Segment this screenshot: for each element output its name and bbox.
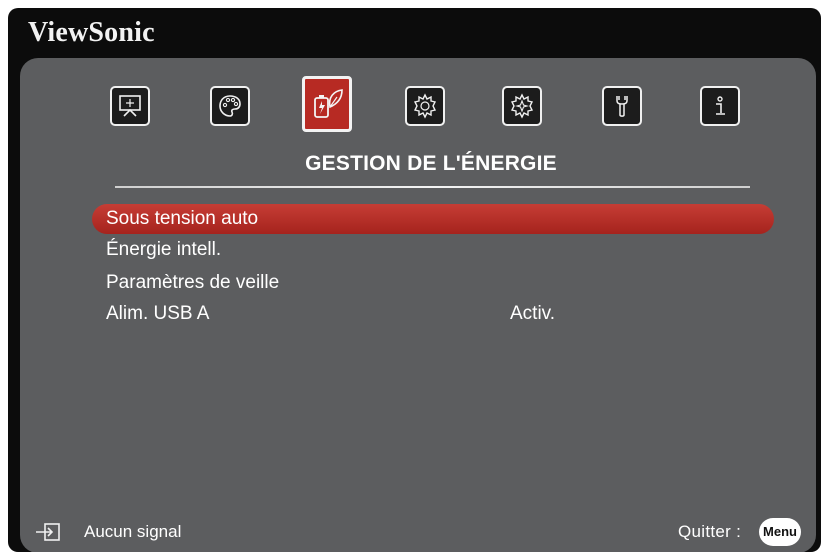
quit-hint: Quitter :: [678, 522, 742, 541]
signal-status: Aucun signal: [84, 522, 182, 541]
display-icon: [119, 95, 141, 117]
brand-logo: ViewSonic: [28, 17, 155, 48]
menu-item-label: Paramètres de veille: [106, 272, 280, 293]
advanced-gear-icon: [510, 93, 534, 119]
menu-panel: GESTION DE L'ÉNERGIE Sous tension auto É…: [20, 58, 816, 552]
menu-item-standby-settings[interactable]: Paramètres de veille: [92, 268, 774, 298]
section-title: GESTION DE L'ÉNERGIE: [305, 152, 557, 175]
input-source-icon: [36, 523, 60, 541]
wrench-icon: [616, 96, 628, 117]
tab-picture[interactable]: [210, 86, 250, 126]
tab-basic-settings[interactable]: [405, 86, 445, 126]
status-footer: Aucun signal Quitter : Menu: [20, 513, 816, 552]
menu-item-value: Activ.: [510, 303, 556, 324]
tab-power-management[interactable]: [302, 76, 352, 132]
menu-item-usb-a-power[interactable]: Alim. USB A Activ.: [92, 299, 774, 329]
osd-menu-window: ViewSonic GESTION DE L'ÉNERGIE Sous tens…: [8, 8, 821, 552]
gear-icon: [413, 93, 437, 119]
tab-system-tools[interactable]: [602, 86, 642, 126]
menu-item-smart-energy[interactable]: Énergie intell.: [92, 235, 774, 265]
info-icon: [716, 96, 725, 115]
menu-button[interactable]: Menu: [759, 518, 801, 546]
menu-item-label: Énergie intell.: [106, 239, 222, 260]
tab-display[interactable]: [110, 86, 150, 126]
menu-item-label: Alim. USB A: [106, 303, 210, 324]
menu-item-auto-power-on[interactable]: Sous tension auto: [92, 204, 774, 234]
menu-item-label: Sous tension auto: [106, 208, 259, 229]
section-divider: [115, 186, 750, 188]
tab-advanced-settings[interactable]: [502, 86, 542, 126]
palette-icon: [219, 95, 241, 117]
power-leaf-icon: [314, 89, 343, 118]
tab-information[interactable]: [700, 86, 740, 126]
